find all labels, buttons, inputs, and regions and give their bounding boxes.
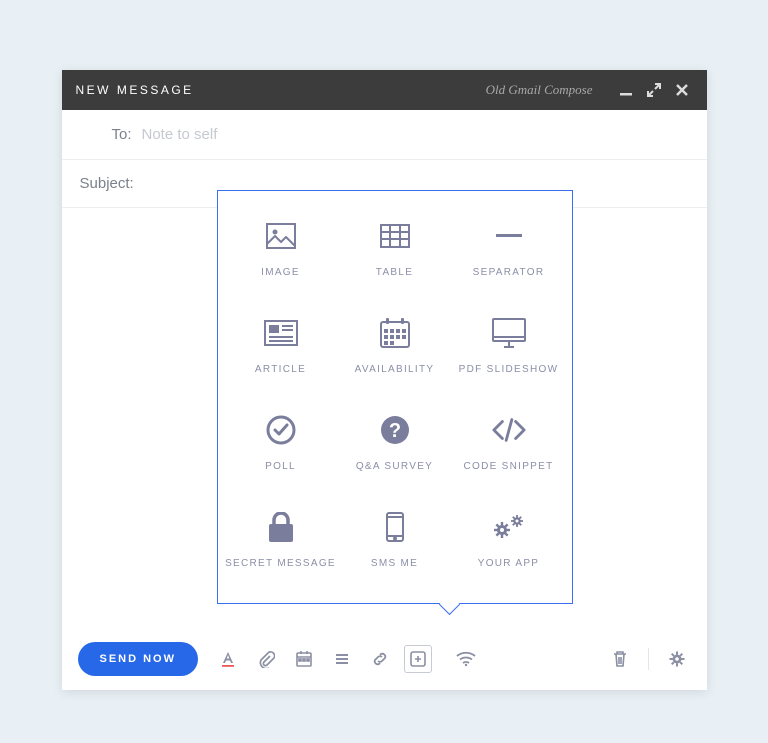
tile-label: Q&A SURVEY (356, 461, 433, 472)
table-icon (378, 219, 412, 253)
text-format-button[interactable] (214, 645, 242, 673)
check-circle-icon (264, 413, 298, 447)
gear-icon (668, 650, 686, 668)
pdf-slideshow-tile[interactable]: PDF SLIDESHOW (452, 306, 566, 403)
sms-me-tile[interactable]: SMS ME (338, 500, 452, 597)
lines-icon (333, 650, 351, 668)
table-tile[interactable]: TABLE (338, 209, 452, 306)
send-button[interactable]: SEND NOW (78, 642, 199, 676)
link-icon (371, 650, 389, 668)
expand-button[interactable] (643, 79, 665, 101)
paperclip-icon (257, 650, 275, 668)
qa-survey-tile[interactable]: ? Q&A SURVEY (338, 403, 452, 500)
separator-icon (492, 219, 526, 253)
list-button[interactable] (328, 645, 356, 673)
minimize-button[interactable] (615, 79, 637, 101)
insert-popover: IMAGE TABLE SEPARATOR ARTICLE (217, 190, 573, 604)
wifi-button[interactable] (452, 645, 480, 673)
your-app-tile[interactable]: YOUR APP (452, 500, 566, 597)
separator-tile[interactable]: SEPARATOR (452, 209, 566, 306)
availability-tile[interactable]: AVAILABILITY (338, 306, 452, 403)
tile-label: AVAILABILITY (355, 364, 435, 375)
tile-label: SECRET MESSAGE (225, 558, 336, 569)
titlebar: NEW MESSAGE Old Gmail Compose (62, 70, 707, 110)
to-row: To: (62, 110, 707, 160)
image-tile[interactable]: IMAGE (224, 209, 338, 306)
to-input[interactable] (142, 126, 689, 143)
calendar-grid-icon (378, 316, 412, 350)
subject-label: Subject: (80, 175, 134, 192)
tile-label: ARTICLE (255, 364, 306, 375)
compose-window: NEW MESSAGE Old Gmail Compose To: Subjec… (62, 70, 707, 690)
tile-label: CODE SNIPPET (463, 461, 553, 472)
article-tile[interactable]: ARTICLE (224, 306, 338, 403)
lock-icon (264, 510, 298, 544)
link-button[interactable] (366, 645, 394, 673)
tile-label: POLL (265, 461, 296, 472)
tile-label: SEPARATOR (473, 267, 545, 278)
tile-label: SMS ME (371, 558, 418, 569)
code-snippet-tile[interactable]: CODE SNIPPET (452, 403, 566, 500)
tile-label: IMAGE (261, 267, 300, 278)
minimize-icon (619, 83, 633, 97)
phone-icon (378, 510, 412, 544)
gears-icon (492, 510, 526, 544)
code-icon (492, 413, 526, 447)
wifi-icon (456, 651, 476, 667)
compose-body[interactable]: IMAGE TABLE SEPARATOR ARTICLE (62, 208, 707, 628)
calendar-icon (295, 650, 313, 668)
poll-tile[interactable]: POLL (224, 403, 338, 500)
article-icon (264, 316, 298, 350)
old-compose-link[interactable]: Old Gmail Compose (486, 82, 593, 98)
compose-toolbar: SEND NOW (62, 628, 707, 690)
image-icon (264, 219, 298, 253)
schedule-button[interactable] (290, 645, 318, 673)
window-title: NEW MESSAGE (76, 83, 194, 97)
monitor-icon (492, 316, 526, 350)
settings-button[interactable] (663, 645, 691, 673)
tile-label: YOUR APP (478, 558, 540, 569)
to-label: To: (80, 126, 142, 143)
plus-square-icon (409, 650, 427, 668)
trash-icon (612, 650, 628, 668)
insert-button[interactable] (404, 645, 432, 673)
close-icon (675, 83, 689, 97)
trash-button[interactable] (606, 645, 634, 673)
tile-label: PDF SLIDESHOW (459, 364, 559, 375)
svg-text:?: ? (388, 420, 400, 442)
question-circle-icon: ? (378, 413, 412, 447)
close-button[interactable] (671, 79, 693, 101)
secret-message-tile[interactable]: SECRET MESSAGE (224, 500, 338, 597)
expand-icon (647, 83, 661, 97)
tile-label: TABLE (376, 267, 413, 278)
text-underline-icon (219, 650, 237, 668)
toolbar-divider (648, 648, 649, 670)
attach-button[interactable] (252, 645, 280, 673)
